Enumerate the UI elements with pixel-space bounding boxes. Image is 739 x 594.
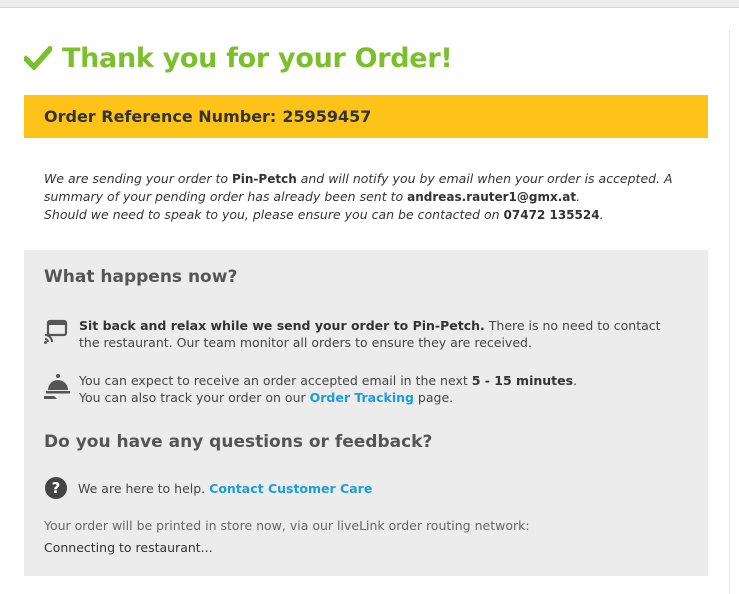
delivery-bag-icon [44, 319, 68, 344]
cloche-icon [44, 374, 70, 399]
order-reference-bar: Order Reference Number: 25959457 [24, 95, 708, 138]
intro-text-5: . [599, 207, 604, 222]
question-circle-icon: ? [45, 477, 67, 499]
next-steps-panel: What happens now? Sit back and relax whi… [24, 250, 708, 576]
connection-status-text: Connecting to restaurant... [44, 540, 213, 555]
customer-phone: 07472 135524 [503, 208, 600, 222]
feedback-heading: Do you have any questions or feedback? [44, 432, 433, 452]
step2-text-2: . [573, 373, 578, 388]
page-header: Thank you for your Order! [24, 38, 453, 78]
intro-text-1: We are sending your order to [44, 171, 232, 186]
step2-text-4: page. [413, 390, 454, 405]
step2-text-1: You can expect to receive an order accep… [79, 373, 472, 388]
order-reference-number: 25959457 [282, 107, 372, 126]
order-confirmation-message: We are sending your order to Pin-Petch a… [44, 170, 704, 224]
what-happens-heading: What happens now? [44, 267, 238, 287]
step1-bold-text: Sit back and relax while we send your or… [79, 318, 485, 333]
step2-minutes: 5 - 15 minutes [471, 373, 574, 388]
step2-text-3: You can also track your order on our [79, 390, 310, 405]
step-send-order: Sit back and relax while we send your or… [44, 317, 684, 351]
page-title: Thank you for your Order! [62, 42, 453, 74]
help-text: We are here to help. [78, 480, 206, 496]
step-accepted-email: You can expect to receive an order accep… [44, 372, 684, 406]
browser-top-bar [0, 0, 739, 8]
help-row: ? We are here to help. Contact Customer … [44, 476, 372, 500]
svg-text:?: ? [52, 479, 61, 497]
intro-text-3: . [576, 189, 581, 204]
customer-email: andreas.rauter1@gmx.at [407, 190, 577, 204]
print-status-text: Your order will be printed in store now,… [44, 518, 530, 533]
order-tracking-link[interactable]: Order Tracking [310, 390, 414, 405]
restaurant-name: Pin-Petch [231, 172, 297, 186]
order-reference-label: Order Reference Number: [44, 107, 277, 126]
intro-text-4: Should we need to speak to you, please e… [44, 207, 504, 222]
contact-customer-care-link[interactable]: Contact Customer Care [209, 481, 372, 496]
check-icon [24, 46, 52, 70]
content-divider [729, 30, 730, 594]
